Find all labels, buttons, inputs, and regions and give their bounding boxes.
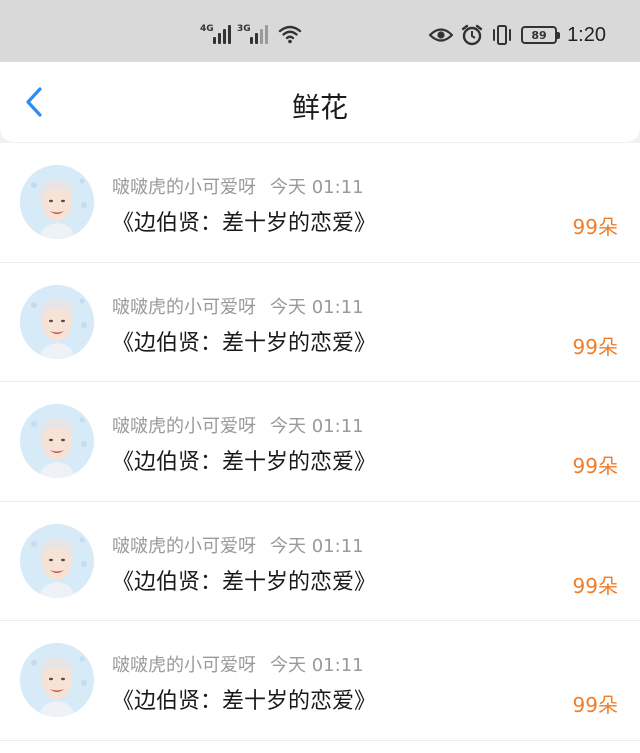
status-bar: 4G 3G 89 1:20 — [0, 0, 640, 62]
item-meta: 啵啵虎的小可爱呀 今天 01:11 — [112, 412, 364, 438]
item-meta: 啵啵虎的小可爱呀 今天 01:11 — [112, 651, 364, 677]
work-title[interactable]: 《边伯贤：差十岁的恋爱》 — [112, 205, 376, 237]
list-item[interactable]: 啵啵虎的小可爱呀 今天 01:11 《边伯贤：差十岁的恋爱》 99朵 — [0, 621, 640, 741]
status-icons: 89 1:20 — [429, 22, 606, 48]
battery-icon: 89 — [521, 26, 561, 44]
work-title[interactable]: 《边伯贤：差十岁的恋爱》 — [112, 444, 376, 476]
navigation-bar: 鲜花 — [0, 62, 640, 142]
avatar[interactable] — [20, 404, 94, 478]
item-time: 今天 01:11 — [270, 655, 364, 676]
list-item[interactable]: 啵啵虎的小可爱呀 今天 01:11 《边伯贤：差十岁的恋爱》 99朵 — [0, 382, 640, 502]
work-title[interactable]: 《边伯贤：差十岁的恋爱》 — [112, 564, 376, 596]
flower-count: 99朵 — [572, 334, 618, 359]
user-name[interactable]: 啵啵虎的小可爱呀 — [112, 655, 256, 676]
user-name[interactable]: 啵啵虎的小可爱呀 — [112, 536, 256, 557]
network-type-label: 4G — [200, 24, 214, 34]
list-item[interactable]: 啵啵虎的小可爱呀 今天 01:11 《边伯贤：差十岁的恋爱》 99朵 — [0, 143, 640, 263]
user-name[interactable]: 啵啵虎的小可爱呀 — [112, 297, 256, 318]
item-time: 今天 01:11 — [270, 296, 364, 318]
flower-count: 99朵 — [572, 693, 618, 717]
item-meta: 啵啵虎的小可爱呀 今天 01:11 — [112, 532, 364, 558]
item-meta: 啵啵虎的小可爱呀 今天 01:11 — [112, 293, 364, 319]
vibrate-icon — [493, 25, 512, 45]
signal-icon: 3G — [237, 24, 268, 44]
work-title[interactable]: 《边伯贤：差十岁的恋爱》 — [112, 683, 376, 715]
page-title: 鲜花 — [291, 91, 348, 124]
flower-record-list: 啵啵虎的小可爱呀 今天 01:11 《边伯贤：差十岁的恋爱》 99朵 啵啵虎的小可… — [0, 143, 640, 753]
avatar[interactable] — [20, 523, 94, 598]
flower-count: 99朵 — [572, 454, 618, 478]
eye-icon — [429, 28, 454, 42]
network-type-label: 3G — [237, 24, 251, 34]
item-meta: 啵啵虎的小可爱呀 今天 01:11 — [112, 173, 364, 199]
divider — [0, 739, 640, 741]
status-time: 1:20 — [567, 23, 606, 46]
work-title[interactable]: 《边伯贤：差十岁的恋爱》 — [112, 325, 376, 357]
alarm-icon — [461, 24, 483, 46]
user-name[interactable]: 啵啵虎的小可爱呀 — [112, 416, 256, 437]
item-time: 今天 01:11 — [270, 535, 364, 557]
battery-level: 89 — [531, 28, 547, 42]
item-time: 今天 01:11 — [270, 416, 364, 437]
signal-icon: 4G — [200, 24, 231, 44]
avatar[interactable] — [20, 165, 94, 239]
avatar[interactable] — [20, 284, 94, 359]
item-time: 今天 01:11 — [270, 177, 364, 198]
list-item[interactable]: 啵啵虎的小可爱呀 今天 01:11 《边伯贤：差十岁的恋爱》 99朵 — [0, 263, 640, 382]
flower-count: 99朵 — [572, 215, 618, 239]
user-name[interactable]: 啵啵虎的小可爱呀 — [112, 177, 256, 198]
avatar[interactable] — [20, 643, 94, 717]
flower-count: 99朵 — [572, 573, 618, 598]
wifi-icon — [278, 25, 302, 44]
list-item[interactable]: 啵啵虎的小可爱呀 今天 01:11 《边伯贤：差十岁的恋爱》 99朵 — [0, 502, 640, 621]
signal-indicators: 4G 3G — [200, 24, 302, 44]
